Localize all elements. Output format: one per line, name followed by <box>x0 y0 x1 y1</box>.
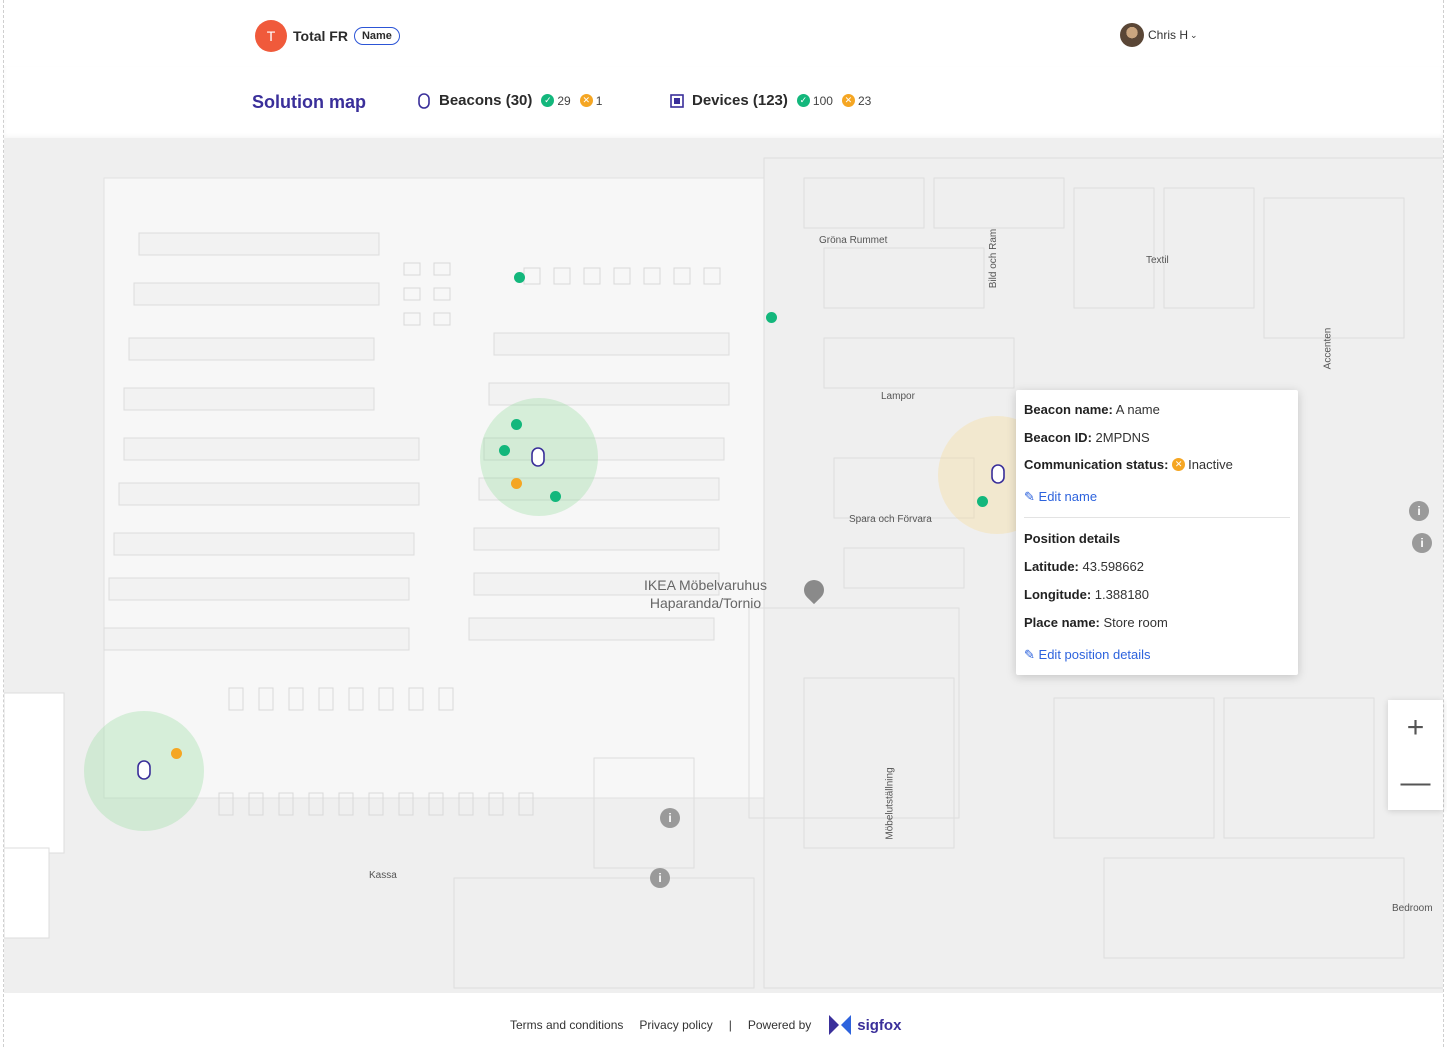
user-menu[interactable]: Chris H ⌄ <box>1120 23 1198 47</box>
map-label: Bild och Ram <box>988 228 1000 289</box>
powered-by-label: Powered by <box>747 1018 812 1032</box>
device-icon <box>670 93 684 108</box>
terms-link[interactable]: Terms and conditions <box>510 1018 623 1032</box>
place-name-row: Place name: Store room <box>1024 615 1168 630</box>
footer: Terms and conditions Privacy policy | Po… <box>4 993 1443 1048</box>
check-icon: ✓ <box>541 94 555 107</box>
map-label: Bedroom <box>1392 903 1433 914</box>
map-label: Textil <box>1146 255 1169 266</box>
user-name: Chris H <box>1148 28 1189 42</box>
warning-icon: ✕ <box>1172 458 1186 471</box>
device-marker-ok[interactable] <box>511 419 522 430</box>
beacon-details-popup: Beacon name: A name Beacon ID: 2MPDNS Co… <box>1016 390 1298 675</box>
beacons-label: Beacons (30) <box>439 92 533 109</box>
pencil-icon: ✎ <box>1024 647 1035 662</box>
zoom-out-button[interactable]: — <box>1388 755 1443 810</box>
position-title: Position details <box>1024 531 1121 546</box>
footer-links: Terms and conditions Privacy policy | Po… <box>510 1013 917 1037</box>
devices-summary[interactable]: Devices (123) ✓ 100 ✕ 23 <box>670 92 871 109</box>
map-label: Spara och Förvara <box>849 514 932 525</box>
communication-status-row: Communication status: ✕ Inactive <box>1024 457 1233 472</box>
map-info-icon[interactable]: i <box>660 808 680 828</box>
check-icon: ✓ <box>796 94 810 107</box>
beacon-marker-icon[interactable] <box>530 447 546 467</box>
organization-switcher[interactable]: T Total FR Name <box>255 20 400 52</box>
map-info-icon[interactable]: i <box>1412 533 1432 553</box>
beacon-id-row: Beacon ID: 2MPDNS <box>1024 430 1150 445</box>
device-marker-warning[interactable] <box>171 748 182 759</box>
longitude-row: Longitude: 1.388180 <box>1024 587 1150 602</box>
zoom-in-button[interactable]: + <box>1388 700 1443 755</box>
divider <box>1024 517 1290 518</box>
beacon-marker-icon[interactable] <box>136 760 152 780</box>
poi-label-line2: Haparanda/Tornio <box>649 595 762 611</box>
pencil-icon: ✎ <box>1024 489 1035 504</box>
warning-icon: ✕ <box>841 94 855 107</box>
devices-warn-count: ✕ 23 <box>841 94 871 108</box>
page-title: Solution map <box>252 92 366 112</box>
sigfox-logo: sigfox <box>827 1013 917 1037</box>
sigfox-text: sigfox <box>857 1016 902 1034</box>
top-bar: T Total FR Name Chris H ⌄ <box>4 0 1443 66</box>
beacons-warn-count: ✕ 1 <box>579 94 602 108</box>
device-marker-ok[interactable] <box>499 445 510 456</box>
device-marker-ok[interactable] <box>977 496 988 507</box>
map-label: Kassa <box>369 870 397 881</box>
map-label: Lampor <box>881 391 915 402</box>
devices-ok-count: ✓ 100 <box>796 94 833 108</box>
beacon-name-row: Beacon name: A name <box>1024 402 1160 417</box>
sigfox-icon <box>829 1015 852 1035</box>
map-info-icon[interactable]: i <box>650 868 670 888</box>
poi-label-line1: IKEA Möbelvaruhus <box>644 577 767 593</box>
map-label: Möbelutställning <box>884 767 896 840</box>
beacons-summary[interactable]: Beacons (30) ✓ 29 ✕ 1 <box>417 92 602 109</box>
device-marker-ok[interactable] <box>514 272 525 283</box>
latitude-row: Latitude: 43.598662 <box>1024 559 1144 574</box>
org-badge: Name <box>353 27 400 45</box>
status-value: Inactive <box>1188 457 1233 472</box>
user-avatar <box>1120 23 1144 47</box>
org-name: Total FR <box>293 28 348 44</box>
device-marker-warning[interactable] <box>511 478 522 489</box>
chevron-down-icon: ⌄ <box>1190 29 1198 40</box>
edit-name-link[interactable]: ✎ Edit name <box>1024 489 1097 505</box>
devices-label: Devices (123) <box>692 92 788 109</box>
device-marker-ok[interactable] <box>550 491 561 502</box>
org-avatar: T <box>255 20 287 52</box>
warning-icon: ✕ <box>579 94 593 107</box>
beacons-ok-count: ✓ 29 <box>541 94 571 108</box>
footer-divider: | <box>728 1018 732 1032</box>
poi-label: IKEA Möbelvaruhus Haparanda/Tornio <box>644 576 767 612</box>
sub-header: Solution map Beacons (30) ✓ 29 ✕ 1 Devices… <box>4 66 1443 138</box>
beacon-marker-icon[interactable] <box>990 464 1006 484</box>
privacy-link[interactable]: Privacy policy <box>639 1018 712 1032</box>
beacon-icon <box>418 92 430 109</box>
map-info-icon[interactable]: i <box>1409 501 1429 521</box>
zoom-controls: + — <box>1388 700 1443 810</box>
device-marker-ok[interactable] <box>766 312 777 323</box>
edit-position-link[interactable]: ✎ Edit position details <box>1024 647 1151 663</box>
map-label: Gröna Rummet <box>819 235 888 246</box>
map-label: Accenten <box>1322 327 1334 370</box>
